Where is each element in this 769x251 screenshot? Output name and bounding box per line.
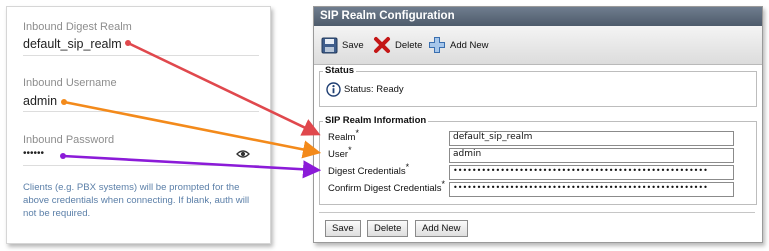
- add-new-plus-icon: [429, 37, 445, 53]
- inbound-auth-card: Inbound Digest Realm default_sip_realm I…: [6, 6, 271, 244]
- user-input[interactable]: admin: [449, 148, 734, 163]
- realm-label: Realm*: [328, 127, 359, 143]
- sip-realm-info-legend: SIP Realm Information: [323, 115, 429, 126]
- toolbar-save-button[interactable]: Save: [321, 26, 364, 64]
- save-icon: [321, 37, 338, 53]
- status-section: Status Status: Ready: [319, 65, 757, 107]
- inbound-digest-realm-label: Inbound Digest Realm: [23, 21, 132, 33]
- panel-title: SIP Realm Configuration: [314, 7, 762, 26]
- toolbar: Save Delete Add New: [314, 26, 762, 65]
- inbound-password-input[interactable]: ••••••: [23, 148, 44, 159]
- toolbar-delete-button[interactable]: Delete: [373, 26, 422, 64]
- toolbar-delete-label: Delete: [395, 39, 423, 51]
- info-icon: [326, 82, 341, 97]
- inbound-username-input[interactable]: admin: [23, 94, 57, 108]
- toolbar-add-new-button[interactable]: Add New: [428, 26, 489, 64]
- field-underline: [23, 111, 259, 112]
- toolbar-save-label: Save: [342, 39, 364, 51]
- realm-input[interactable]: default_sip_realm: [449, 131, 734, 146]
- status-legend: Status: [323, 65, 357, 76]
- confirm-digest-credentials-input[interactable]: ••••••••••••••••••••••••••••••••••••••••…: [449, 182, 734, 197]
- toolbar-add-new-label: Add New: [450, 39, 489, 51]
- sip-realm-config-panel: SIP Realm Configuration Save Delete Add …: [313, 6, 763, 243]
- inbound-digest-realm-input[interactable]: default_sip_realm: [23, 37, 122, 51]
- delete-button[interactable]: Delete: [367, 220, 409, 237]
- status-text: Status: Ready: [344, 84, 404, 95]
- sip-realm-info-section: SIP Realm Information Realm* default_sip…: [319, 115, 757, 205]
- status-row: Status: Ready: [326, 82, 404, 97]
- field-underline: [23, 55, 259, 56]
- inbound-username-label: Inbound Username: [23, 77, 117, 89]
- torn-edge: [7, 236, 270, 243]
- form-divider: [319, 212, 755, 213]
- inbound-password-label: Inbound Password: [23, 134, 115, 146]
- user-label: User*: [328, 144, 352, 160]
- delete-x-icon: [374, 37, 390, 53]
- eye-icon[interactable]: [236, 149, 250, 159]
- digest-credentials-label: Digest Credentials*: [328, 161, 410, 177]
- add-new-button[interactable]: Add New: [415, 220, 468, 237]
- confirm-digest-credentials-label: Confirm Digest Credentials*: [328, 178, 446, 194]
- field-underline: [23, 165, 259, 166]
- save-button[interactable]: Save: [325, 220, 361, 237]
- auth-help-text: Clients (e.g. PBX systems) will be promp…: [23, 182, 250, 219]
- digest-credentials-input[interactable]: ••••••••••••••••••••••••••••••••••••••••…: [449, 165, 734, 180]
